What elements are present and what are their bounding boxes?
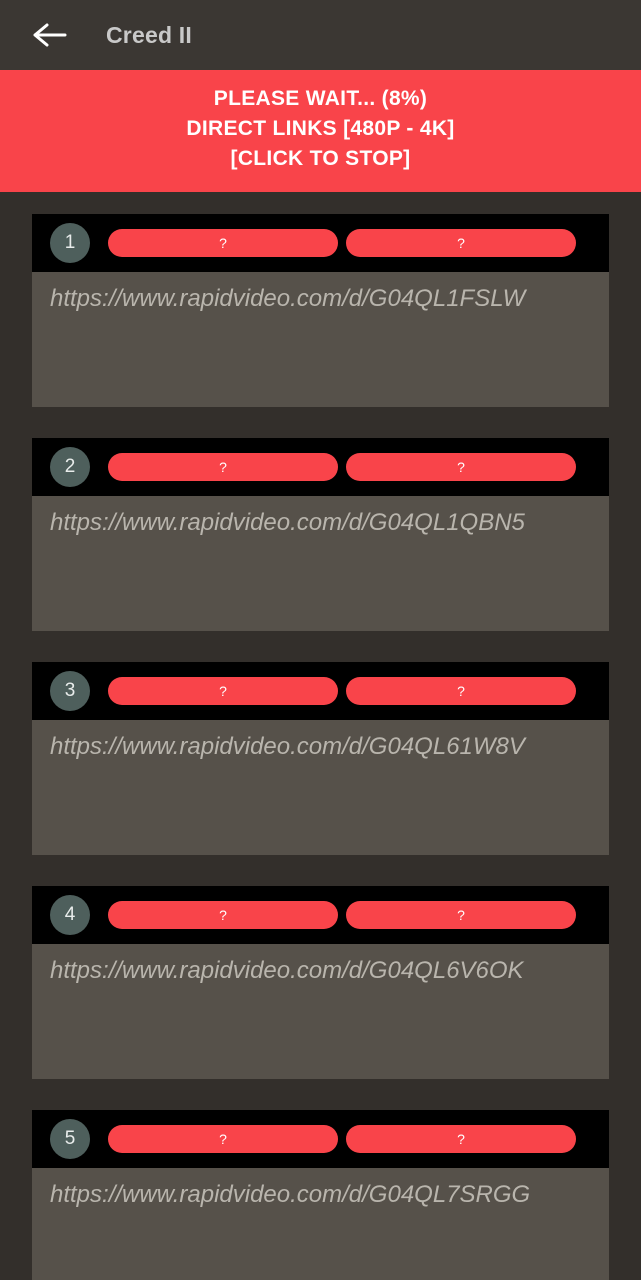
- action-button-secondary[interactable]: ?: [346, 453, 576, 481]
- list-item: 1 ? ? https://www.rapidvideo.com/d/G04QL…: [32, 214, 609, 407]
- card-body[interactable]: https://www.rapidvideo.com/d/G04QL1FSLW: [32, 272, 609, 407]
- page-title: Creed II: [106, 21, 192, 48]
- card-body[interactable]: https://www.rapidvideo.com/d/G04QL6V6OK: [32, 944, 609, 1079]
- action-button-secondary[interactable]: ?: [346, 677, 576, 705]
- card-body[interactable]: https://www.rapidvideo.com/d/G04QL1QBN5: [32, 496, 609, 631]
- action-button-secondary[interactable]: ?: [346, 1125, 576, 1153]
- action-button-primary[interactable]: ?: [108, 229, 338, 257]
- link-url: https://www.rapidvideo.com/d/G04QL6V6OK: [50, 957, 524, 984]
- item-number-badge[interactable]: 3: [50, 671, 90, 711]
- card-body[interactable]: https://www.rapidvideo.com/d/G04QL61W8V: [32, 720, 609, 855]
- item-number-badge[interactable]: 5: [50, 1119, 90, 1159]
- link-card-list: 1 ? ? https://www.rapidvideo.com/d/G04QL…: [0, 192, 641, 1280]
- action-button-primary[interactable]: ?: [108, 677, 338, 705]
- card-header: 1 ? ?: [32, 214, 609, 272]
- action-button-primary[interactable]: ?: [108, 1125, 338, 1153]
- link-url: https://www.rapidvideo.com/d/G04QL61W8V: [50, 733, 525, 760]
- app-bar: Creed II: [0, 0, 641, 70]
- card-body[interactable]: https://www.rapidvideo.com/d/G04QL7SRGG: [32, 1168, 609, 1280]
- link-url: https://www.rapidvideo.com/d/G04QL1FSLW: [50, 285, 526, 312]
- back-button[interactable]: [24, 9, 76, 61]
- card-header: 5 ? ?: [32, 1110, 609, 1168]
- list-item: 2 ? ? https://www.rapidvideo.com/d/G04QL…: [32, 438, 609, 631]
- card-header: 2 ? ?: [32, 438, 609, 496]
- action-button-primary[interactable]: ?: [108, 901, 338, 929]
- app-root: Creed II PLEASE WAIT... (8%) DIRECT LINK…: [0, 0, 641, 1280]
- action-button-secondary[interactable]: ?: [346, 901, 576, 929]
- action-button-secondary[interactable]: ?: [346, 229, 576, 257]
- link-url: https://www.rapidvideo.com/d/G04QL1QBN5: [50, 509, 525, 536]
- status-banner[interactable]: PLEASE WAIT... (8%) DIRECT LINKS [480P -…: [0, 70, 641, 192]
- action-button-primary[interactable]: ?: [108, 453, 338, 481]
- list-item: 3 ? ? https://www.rapidvideo.com/d/G04QL…: [32, 662, 609, 855]
- item-number-badge[interactable]: 2: [50, 447, 90, 487]
- link-url: https://www.rapidvideo.com/d/G04QL7SRGG: [50, 1181, 531, 1208]
- list-item: 4 ? ? https://www.rapidvideo.com/d/G04QL…: [32, 886, 609, 1079]
- list-item: 5 ? ? https://www.rapidvideo.com/d/G04QL…: [32, 1110, 609, 1280]
- card-header: 4 ? ?: [32, 886, 609, 944]
- arrow-left-icon: [33, 22, 67, 48]
- card-header: 3 ? ?: [32, 662, 609, 720]
- banner-quality-text: DIRECT LINKS [480P - 4K]: [186, 117, 455, 140]
- item-number-badge[interactable]: 1: [50, 223, 90, 263]
- banner-stop-text: [CLICK TO STOP]: [230, 147, 411, 170]
- banner-progress-text: PLEASE WAIT... (8%): [213, 87, 428, 110]
- item-number-badge[interactable]: 4: [50, 895, 90, 935]
